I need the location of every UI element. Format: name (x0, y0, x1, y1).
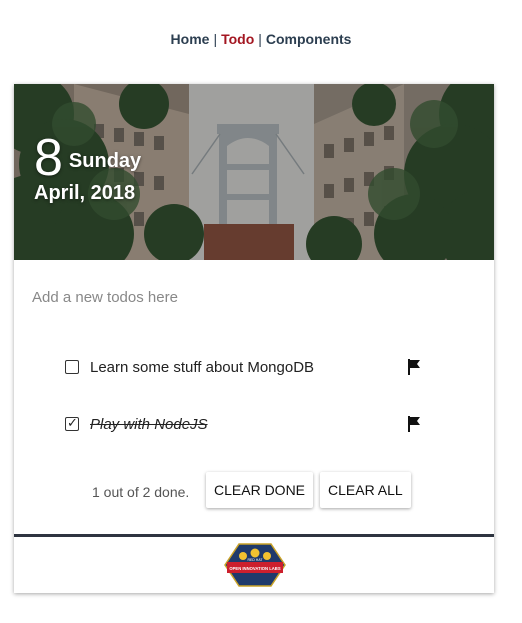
flag-icon[interactable] (405, 358, 423, 381)
clear-done-button[interactable]: CLEAR DONE (206, 472, 314, 508)
flag-icon[interactable] (405, 415, 423, 438)
open-innovation-labs-logo: RED HAT OPEN INNOVATION LABS (223, 542, 287, 593)
clear-all-button[interactable]: CLEAR ALL (320, 472, 411, 508)
hero-image: 8 Sunday April, 2018 (14, 84, 494, 260)
done-summary: 1 out of 2 done. (92, 484, 190, 500)
date-display: 8 Sunday (34, 132, 141, 184)
logo-text: OPEN INNOVATION LABS (229, 566, 280, 571)
nav-separator: | (213, 31, 218, 47)
todo-checkbox[interactable]: ✓ (65, 415, 79, 431)
todo-checkbox[interactable] (65, 360, 79, 374)
todo-label: Play with NodeJS (90, 416, 208, 433)
todo-card: 8Sunday April, 2018 Learn some stuff abo… (14, 84, 494, 593)
footer-divider (14, 534, 494, 537)
nav-separator: | (258, 31, 262, 47)
todo-item: Learn some stuff about MongoDB (65, 356, 435, 380)
day-number: 8 (34, 129, 63, 187)
todo-item: ✓ Play with NodeJS (65, 413, 435, 437)
weekday-label: Sunday (68, 150, 142, 172)
month-year-label: April, 2018 (34, 182, 136, 204)
logo-tiny-text: RED HAT (247, 558, 263, 562)
nav-link-components[interactable]: Components (266, 31, 352, 47)
nav-link-home[interactable]: Home (171, 31, 210, 47)
new-todo-input[interactable] (30, 284, 482, 310)
top-nav: Home | Todo | Components (0, 31, 522, 47)
check-icon: ✓ (67, 415, 78, 430)
nav-link-todo[interactable]: Todo (221, 31, 254, 47)
todo-label: Learn some stuff about MongoDB (90, 359, 315, 376)
